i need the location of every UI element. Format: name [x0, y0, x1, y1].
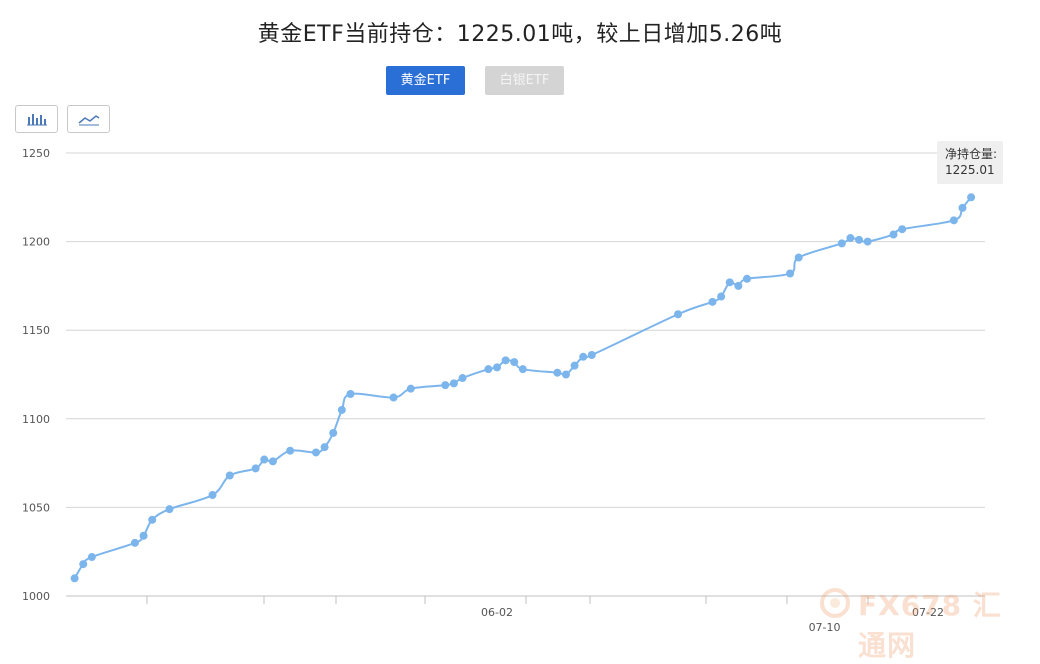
- line-chart-icon: [78, 115, 100, 126]
- bar-chart-icon: [27, 114, 47, 126]
- tooltip: 净持仓量: 1225.01: [937, 141, 1003, 184]
- x-tick-label: 07-10: [809, 621, 841, 634]
- tooltip-label: 净持仓量:: [945, 147, 998, 161]
- data-point: [949, 216, 958, 225]
- data-point: [587, 351, 596, 360]
- data-point: [846, 234, 855, 243]
- data-point: [561, 370, 570, 379]
- data-point: [898, 225, 907, 234]
- bar-chart-button[interactable]: [15, 105, 58, 133]
- data-point: [70, 574, 79, 583]
- data-point: [165, 505, 174, 514]
- data-point: [674, 310, 683, 319]
- chart-area: 100010501100115012001250 06-0207-1007-22: [22, 147, 985, 634]
- x-tick-label: 06-02: [481, 606, 513, 619]
- data-point: [510, 358, 519, 367]
- data-point: [501, 356, 510, 365]
- data-point: [208, 490, 217, 499]
- watermark: FX678 汇通网: [818, 584, 1023, 662]
- data-point: [311, 448, 320, 457]
- data-point: [855, 235, 864, 244]
- data-point: [484, 365, 493, 374]
- data-point: [389, 393, 398, 402]
- grid-lines: [66, 152, 985, 597]
- data-point: [79, 560, 88, 569]
- watermark-logo-icon: [820, 588, 850, 618]
- y-tick-label: 1250: [22, 147, 50, 160]
- data-point: [260, 455, 269, 464]
- data-point: [87, 553, 96, 562]
- data-point: [148, 515, 157, 524]
- chart-title: 黄金ETF当前持仓：1225.01吨，较上日增加5.26吨: [257, 22, 783, 47]
- data-point: [346, 389, 355, 398]
- data-point: [579, 352, 588, 361]
- data-point: [794, 253, 803, 262]
- y-tick-label: 1200: [22, 236, 50, 249]
- data-point: [570, 361, 579, 370]
- data-point: [225, 471, 234, 480]
- line-chart-button[interactable]: [67, 105, 110, 133]
- watermark-text: FX678 汇通网: [858, 589, 1002, 662]
- data-point: [863, 237, 872, 246]
- tab-silver-etf[interactable]: 白银ETF: [485, 66, 564, 95]
- data-point: [786, 269, 795, 278]
- data-point: [441, 381, 450, 390]
- series-line: [73, 196, 972, 579]
- data-point: [725, 278, 734, 287]
- data-point: [553, 368, 562, 377]
- data-point: [458, 374, 467, 383]
- data-points: [70, 193, 976, 583]
- data-point: [286, 446, 295, 455]
- data-point: [406, 384, 415, 393]
- data-point: [734, 281, 743, 290]
- data-point: [337, 405, 346, 414]
- tooltip-value: 1225.01: [945, 163, 995, 177]
- data-point: [139, 531, 148, 540]
- y-tick-label: 1100: [22, 413, 50, 426]
- data-point: [449, 379, 458, 388]
- data-point: [717, 292, 726, 301]
- data-point: [967, 193, 976, 202]
- data-point: [742, 274, 751, 283]
- y-tick-label: 1050: [22, 501, 50, 514]
- data-point: [518, 365, 527, 374]
- data-point: [837, 239, 846, 248]
- data-point: [493, 363, 501, 372]
- data-point: [268, 457, 277, 466]
- data-point: [329, 428, 338, 437]
- data-point: [320, 443, 329, 452]
- y-tick-label: 1000: [22, 590, 50, 603]
- y-axis: 1000 1050 1100 1150 1200 1250: [22, 147, 50, 603]
- y-tick-label: 1150: [22, 324, 50, 337]
- data-point: [251, 464, 260, 473]
- data-point: [130, 538, 139, 547]
- data-point: [708, 297, 717, 306]
- data-point: [958, 203, 967, 212]
- data-point: [889, 230, 898, 239]
- tab-gold-etf[interactable]: 黄金ETF: [386, 66, 465, 95]
